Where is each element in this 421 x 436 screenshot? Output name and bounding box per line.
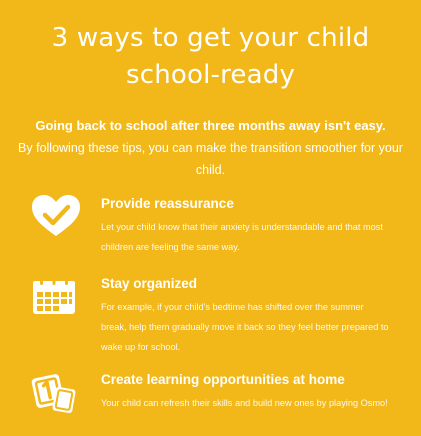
intro-text: Going back to school after three months … — [18, 115, 403, 181]
tip-heading: Stay organized — [101, 276, 198, 291]
tip-body: Your child can refresh their skills and … — [101, 398, 388, 408]
number-tiles-icon — [30, 370, 78, 421]
intro-bold: Going back to school after three months … — [35, 118, 386, 133]
title-line-1: 3 ways to get your child — [51, 23, 370, 53]
tip-body: Let your child know that their anxiety i… — [101, 222, 383, 252]
title-line-2: school-ready — [125, 60, 296, 90]
tip-heading: Provide reassurance — [101, 196, 234, 211]
calendar-icon — [30, 276, 78, 321]
tip-heading: Create learning opportunities at home — [101, 372, 345, 387]
tip-body: For example, if your child's bedtime has… — [101, 302, 389, 352]
intro-body: By following these tips, you can make th… — [18, 141, 403, 177]
heart-check-icon — [30, 194, 82, 243]
page-title: 3 ways to get your child school-ready — [0, 20, 421, 94]
